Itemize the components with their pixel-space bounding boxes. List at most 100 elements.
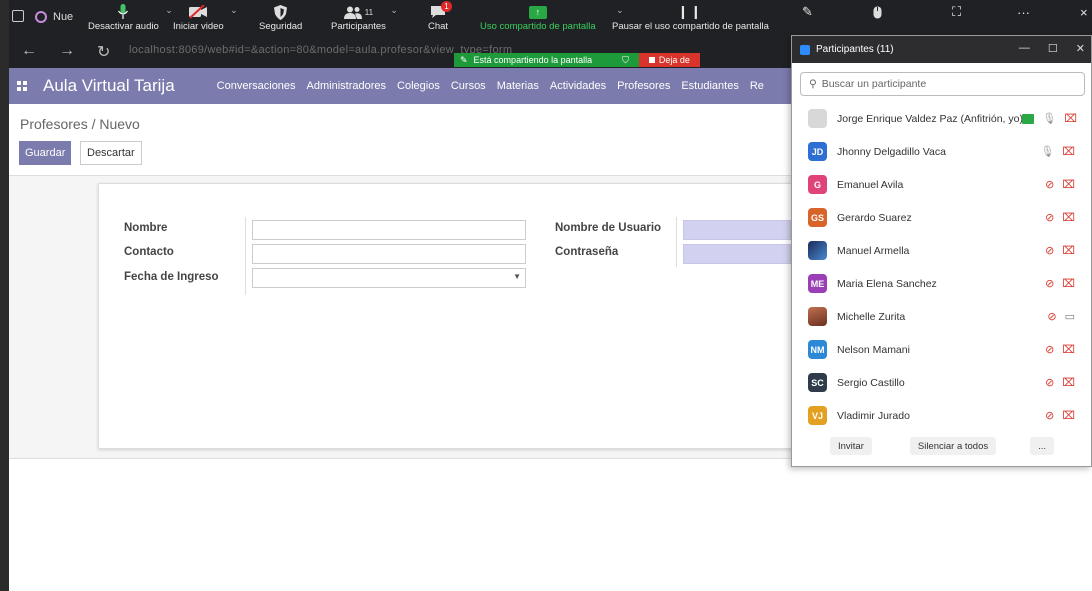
- microphone-icon: [118, 3, 129, 21]
- app-brand[interactable]: Aula Virtual Tarija: [43, 76, 175, 96]
- participant-row[interactable]: G Emanuel Avila ⊘ ⌧: [792, 168, 1091, 201]
- contacto-input[interactable]: [252, 244, 526, 264]
- share-screen-button[interactable]: ↑ Uso compartido de pantalla ⌄: [480, 3, 624, 32]
- menu-item-estudiantes[interactable]: Estudiantes: [681, 80, 738, 92]
- maximize-icon[interactable]: ☐: [1048, 42, 1058, 55]
- chat-button[interactable]: 1 Chat: [428, 1, 453, 32]
- remote-control-button[interactable]: [873, 3, 882, 21]
- microphone-muted-icon[interactable]: ⊘: [1045, 409, 1054, 422]
- fecha-ingreso-select[interactable]: ▼: [252, 268, 526, 288]
- camera-off-icon[interactable]: ⌧: [1062, 244, 1075, 257]
- mute-audio-button[interactable]: Desactivar audio ⌄: [88, 3, 173, 32]
- microphone-icon[interactable]: 🎙︎: [1040, 145, 1054, 158]
- microphone-icon[interactable]: 🎙︎: [1042, 112, 1056, 125]
- participant-name: Michelle Zurita: [837, 310, 906, 323]
- stop-share-button[interactable]: Deja de: [638, 53, 700, 67]
- apps-button[interactable]: ⛶: [952, 3, 961, 21]
- microphone-muted-icon[interactable]: ⊘: [1045, 244, 1054, 257]
- camera-off-icon[interactable]: ⌧: [1064, 112, 1077, 125]
- menu-item-cursos[interactable]: Cursos: [451, 80, 486, 92]
- save-button[interactable]: Guardar: [19, 141, 72, 165]
- participant-name: Jorge Enrique Valdez Paz (Anfitrión, yo): [837, 112, 1023, 125]
- more-button[interactable]: ···: [1017, 3, 1030, 21]
- camera-icon[interactable]: ▭: [1065, 310, 1075, 323]
- participant-row[interactable]: ME Maria Elena Sanchez ⊘ ⌧: [792, 267, 1091, 300]
- menu-item-profesores[interactable]: Profesores: [617, 80, 670, 92]
- menu-item-reportes[interactable]: Re: [750, 80, 764, 92]
- more-options-button[interactable]: ...: [1030, 437, 1055, 455]
- nav-arrows: ← → ↻: [21, 42, 110, 62]
- participant-name: Vladimir Jurado: [837, 409, 910, 422]
- camera-off-icon[interactable]: ⌧: [1062, 376, 1075, 389]
- panel-actions: Invitar Silenciar a todos ...: [792, 426, 1091, 466]
- participant-search-input[interactable]: ⚲ Buscar un participante: [800, 72, 1085, 96]
- microphone-muted-icon[interactable]: ⊘: [1045, 211, 1054, 224]
- window-icon[interactable]: [12, 10, 24, 22]
- pause-share-button[interactable]: ❙❙ Pausar el uso compartido de pantalla: [612, 3, 769, 32]
- zoom-logo-icon: [800, 44, 810, 55]
- chevron-down-icon[interactable]: ⌄: [230, 5, 238, 16]
- microphone-muted-icon[interactable]: ⊘: [1045, 277, 1054, 290]
- pencil-icon: ✎: [460, 54, 468, 65]
- annotate-button[interactable]: ✎: [802, 3, 813, 21]
- discard-button[interactable]: Descartar: [80, 141, 142, 165]
- camera-off-icon[interactable]: ⌧: [1062, 211, 1075, 224]
- camera-off-icon[interactable]: ⌧: [1062, 145, 1075, 158]
- camera-off-icon[interactable]: ⌧: [1062, 178, 1075, 191]
- back-arrow-icon[interactable]: ←: [21, 42, 37, 62]
- usuario-input[interactable]: [683, 220, 791, 240]
- breadcrumb[interactable]: Profesores / Nuevo: [20, 116, 140, 132]
- minimize-icon[interactable]: —: [1019, 42, 1030, 55]
- mute-all-button[interactable]: Silenciar a todos: [909, 437, 997, 455]
- invite-button[interactable]: Invitar: [830, 437, 872, 455]
- field-separator: [676, 217, 677, 267]
- avatar: [808, 307, 827, 326]
- chevron-down-icon[interactable]: ⌄: [390, 5, 398, 16]
- camera-off-icon[interactable]: ⌧: [1062, 277, 1075, 290]
- participant-name: Sergio Castillo: [837, 376, 905, 389]
- chat-bubble-icon: 1: [430, 1, 453, 21]
- pause-icon: ❙❙: [677, 4, 704, 19]
- menu-item-administradores[interactable]: Administradores: [307, 80, 386, 92]
- contrasena-input[interactable]: [683, 244, 791, 264]
- microphone-muted-icon[interactable]: ⊘: [1045, 376, 1054, 389]
- menu-item-colegios[interactable]: Colegios: [397, 80, 440, 92]
- participant-name: Jhonny Delgadillo Vaca: [837, 145, 946, 158]
- sharing-status-strip: ✎ Está compartiendo la pantalla ⛉ Deja d…: [454, 53, 700, 67]
- chat-unread-badge: 1: [441, 1, 453, 12]
- avatar: NM: [808, 340, 827, 359]
- participant-name: Nelson Mamani: [837, 343, 910, 356]
- menu-item-conversaciones[interactable]: Conversaciones: [217, 80, 296, 92]
- microphone-muted-icon[interactable]: ⊘: [1045, 343, 1054, 356]
- forward-arrow-icon[interactable]: →: [59, 42, 75, 62]
- participants-panel: Participantes (11) — ☐ ✕ ⚲ Buscar un par…: [791, 35, 1092, 467]
- left-edge-strip: [0, 0, 9, 591]
- avatar: JD: [808, 142, 827, 161]
- nombre-input[interactable]: [252, 220, 526, 240]
- participant-row[interactable]: Jorge Enrique Valdez Paz (Anfitrión, yo)…: [792, 102, 1091, 135]
- participant-row[interactable]: Michelle Zurita ⊘ ▭: [792, 300, 1091, 333]
- participant-row[interactable]: JD Jhonny Delgadillo Vaca 🎙︎ ⌧: [792, 135, 1091, 168]
- camera-off-icon[interactable]: ⌧: [1062, 409, 1075, 422]
- participant-row[interactable]: SC Sergio Castillo ⊘ ⌧: [792, 366, 1091, 399]
- reload-icon[interactable]: ↻: [97, 42, 110, 62]
- microphone-muted-icon[interactable]: ⊘: [1045, 178, 1054, 191]
- chevron-down-icon[interactable]: ⌄: [165, 5, 173, 16]
- main-menu: Conversaciones Administradores Colegios …: [217, 80, 764, 92]
- more-dots-icon: ···: [1017, 4, 1030, 20]
- participant-row[interactable]: NM Nelson Mamani ⊘ ⌧: [792, 333, 1091, 366]
- security-button[interactable]: Seguridad: [259, 3, 302, 32]
- label-fecha-ingreso: Fecha de Ingreso: [124, 271, 219, 283]
- participant-row[interactable]: GS Gerardo Suarez ⊘ ⌧: [792, 201, 1091, 234]
- close-toolbar-icon[interactable]: ×: [1080, 3, 1088, 21]
- participants-button[interactable]: 11 Participantes ⌄: [331, 3, 398, 32]
- share-arrow-icon: ↑: [528, 5, 547, 19]
- camera-off-icon[interactable]: ⌧: [1062, 343, 1075, 356]
- apps-grid-icon[interactable]: [17, 81, 27, 91]
- microphone-muted-icon[interactable]: ⊘: [1047, 310, 1056, 323]
- menu-item-materias[interactable]: Materias: [497, 80, 539, 92]
- start-video-button[interactable]: Iniciar video ⌄: [173, 3, 238, 32]
- participant-row[interactable]: Manuel Armella ⊘ ⌧: [792, 234, 1091, 267]
- menu-item-actividades[interactable]: Actividades: [550, 80, 606, 92]
- close-icon[interactable]: ✕: [1076, 42, 1085, 55]
